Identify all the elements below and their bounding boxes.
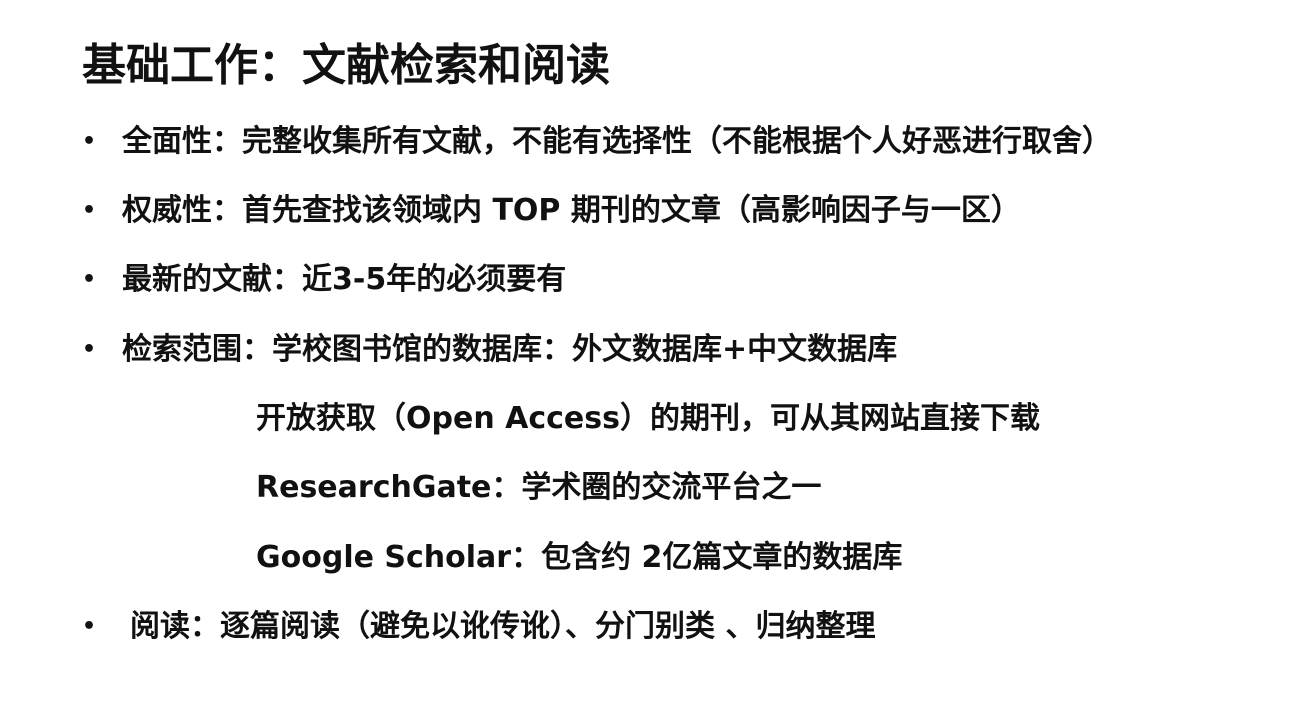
bullet-item-latest: • 最新的文献：近3-5年的必须要有	[82, 258, 566, 302]
bullet-dot-icon: •	[82, 267, 97, 292]
bullet-dot-icon: •	[82, 198, 97, 223]
bullet-item-reading: • 阅读：逐篇阅读（避免以讹传讹）、分门别类 、归纳整理	[82, 605, 875, 649]
bullet-text: 最新的文献：近3-5年的必须要有	[122, 262, 567, 297]
sub-item-open-access: 开放获取（Open Access）的期刊，可从其网站直接下载	[256, 401, 1040, 436]
slide: 基础工作：文献检索和阅读 • 全面性：完整收集所有文献，不能有选择性（不能根据个人…	[0, 0, 1294, 715]
sub-item-google-scholar: Google Scholar：包含约 2亿篇文章的数据库	[256, 540, 903, 575]
bullet-item-comprehensive: • 全面性：完整收集所有文献，不能有选择性（不能根据个人好恶进行取舍）	[82, 120, 1112, 164]
bullet-text: 阅读：逐篇阅读（避免以讹传讹）、分门别类 、归纳整理	[130, 609, 876, 644]
bullet-dot-icon: •	[82, 129, 97, 154]
bullet-dot-icon: •	[82, 614, 97, 639]
bullet-text: 全面性：完整收集所有文献，不能有选择性（不能根据个人好恶进行取舍）	[122, 124, 1112, 159]
slide-title: 基础工作：文献检索和阅读	[82, 40, 610, 91]
bullet-dot-icon: •	[82, 337, 97, 362]
bullet-text: 权威性：首先查找该领域内 TOP 期刊的文章（高影响因子与一区）	[122, 193, 1021, 228]
bullet-item-search-scope: • 检索范围：学校图书馆的数据库：外文数据库+中文数据库	[82, 328, 897, 372]
bullet-item-authority: • 权威性：首先查找该领域内 TOP 期刊的文章（高影响因子与一区）	[82, 189, 1021, 233]
sub-item-researchgate: ResearchGate：学术圈的交流平台之一	[256, 470, 822, 505]
bullet-text: 检索范围：学校图书馆的数据库：外文数据库+中文数据库	[122, 332, 898, 367]
